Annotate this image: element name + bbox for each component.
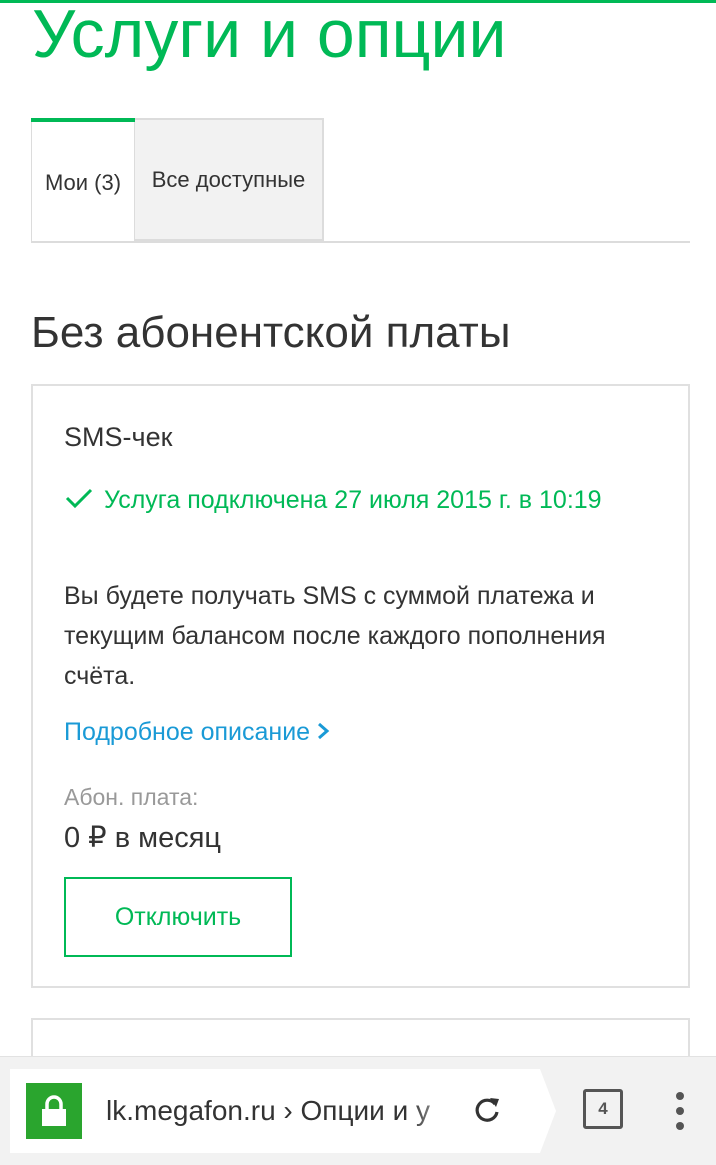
details-link-label: Подробное описание: [64, 718, 311, 746]
check-icon: [65, 489, 93, 509]
tab-my-services-label: Мои (3): [44, 169, 122, 195]
page-title: Услуги и опции: [32, 0, 507, 72]
service-description: Вы будете получать SMS с суммой платежа …: [64, 582, 606, 690]
chevron-right-icon: [318, 723, 330, 740]
section-title: Без абонентской платы: [31, 308, 511, 357]
disable-button[interactable]: Отключить: [64, 877, 292, 957]
tabs-divider: [31, 241, 690, 243]
service-status: Услуга подключена 27 июля 2015 г. в 10:1…: [64, 480, 654, 520]
browser-toolbar: lk.megafon.ru › Опции и у 4: [0, 1056, 716, 1165]
tab-switcher-button[interactable]: 4: [583, 1089, 623, 1129]
tab-all-available[interactable]: Все доступные: [135, 118, 324, 241]
tabs-bar: Мои (3) Все доступные: [31, 118, 690, 243]
service-status-text: Услуга подключена 27 июля 2015 г. в 10:1…: [104, 486, 602, 514]
service-card: SMS-чек Услуга подключена 27 июля 2015 г…: [31, 384, 690, 988]
url-text: lk.megafon.ru › Опции и у: [106, 1095, 430, 1126]
url-fade: [410, 1089, 466, 1133]
fee-value: 0 ₽ в месяц: [64, 822, 222, 854]
service-name: SMS-чек: [64, 422, 173, 452]
reload-icon[interactable]: [472, 1095, 502, 1125]
tab-all-available-label: Все доступные: [151, 166, 306, 192]
tab-count: 4: [598, 1099, 608, 1118]
lock-icon[interactable]: [26, 1083, 82, 1139]
details-link[interactable]: Подробное описание: [64, 718, 330, 747]
address-bar[interactable]: lk.megafon.ru › Опции и у: [10, 1069, 556, 1153]
overflow-menu-icon[interactable]: [672, 1091, 688, 1131]
lock-glyph-icon: [42, 1095, 66, 1126]
tab-my-services[interactable]: Мои (3): [31, 118, 135, 243]
fee-label: Абон. плата:: [64, 784, 199, 810]
